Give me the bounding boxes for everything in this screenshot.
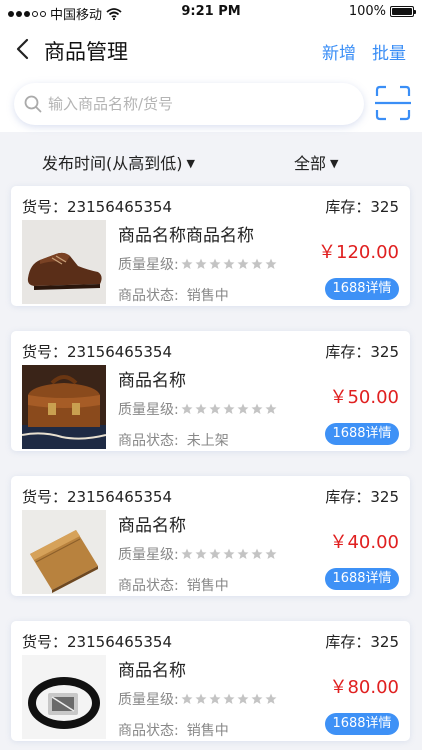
search-icon xyxy=(24,95,42,113)
product-name: 商品名称 xyxy=(118,516,186,536)
product-card[interactable]: 货号：23156465354 库存：325 商品名称 ￥40.00 质量星级: … xyxy=(11,476,410,596)
product-status: 商品状态: 销售中 xyxy=(118,723,229,739)
battery-icon xyxy=(390,6,416,17)
product-image-bag xyxy=(22,365,106,449)
star-icon xyxy=(265,693,277,704)
star-icon xyxy=(237,693,249,704)
product-price: ￥40.00 xyxy=(329,532,399,553)
product-status: 商品状态: 销售中 xyxy=(118,288,229,304)
sku-text: 货号：23156465354 xyxy=(22,488,172,506)
star-icon xyxy=(223,548,235,559)
battery-percent: 100% xyxy=(348,4,386,19)
star-rating-icons xyxy=(181,403,277,415)
star-icon xyxy=(223,403,235,414)
star-icon xyxy=(209,548,221,559)
star-icon xyxy=(237,548,249,559)
product-image-shoe xyxy=(22,220,106,304)
product-image-wallet xyxy=(22,510,106,594)
star-icon xyxy=(223,693,235,704)
product-card[interactable]: 货号：23156465354 库存：325 商品名称 ￥50.00 质量星级: … xyxy=(11,331,410,451)
star-icon xyxy=(237,403,249,414)
quality-rating: 质量星级: xyxy=(118,254,277,274)
caret-down-icon: ▼ xyxy=(330,157,339,170)
star-icon xyxy=(181,693,193,704)
nav-bar: 商品管理 新增 批量 xyxy=(0,24,422,76)
star-icon xyxy=(195,548,207,559)
scan-icon[interactable] xyxy=(374,84,412,122)
detail-button[interactable]: 1688详情 xyxy=(325,278,399,300)
filter-row: 发布时间(从高到低) ▼ 全部 ▼ xyxy=(0,140,422,180)
search-box[interactable] xyxy=(14,83,364,125)
product-name: 商品名称商品名称 xyxy=(118,226,254,246)
detail-button[interactable]: 1688详情 xyxy=(325,423,399,445)
status-bar: 中国移动 9:21 PM 100% xyxy=(0,0,422,24)
product-status: 商品状态: 未上架 xyxy=(118,433,229,449)
sku-text: 货号：23156465354 xyxy=(22,633,172,651)
category-dropdown[interactable]: 全部 ▼ xyxy=(294,150,338,174)
star-rating-icons xyxy=(181,693,277,705)
star-icon xyxy=(209,693,221,704)
stock-text: 库存：325 xyxy=(325,488,399,506)
back-arrow-icon[interactable] xyxy=(12,36,36,62)
detail-button[interactable]: 1688详情 xyxy=(325,713,399,735)
star-icon xyxy=(265,548,277,559)
batch-button[interactable]: 批量 xyxy=(372,39,406,64)
star-icon xyxy=(195,693,207,704)
status-right: 100% xyxy=(348,4,416,19)
product-price: ￥120.00 xyxy=(318,242,399,263)
product-price: ￥80.00 xyxy=(329,677,399,698)
star-icon xyxy=(209,258,221,269)
star-icon xyxy=(195,258,207,269)
star-icon xyxy=(251,403,263,414)
caret-down-icon: ▼ xyxy=(186,157,195,170)
product-card[interactable]: 货号：23156465354 库存：325 商品名称商品名称 ￥120.00 质… xyxy=(11,186,410,306)
star-rating-icons xyxy=(181,258,277,270)
product-image-belt xyxy=(22,655,106,739)
sort-label: 发布时间(从高到低) xyxy=(42,154,183,173)
stock-text: 库存：325 xyxy=(325,198,399,216)
product-status: 商品状态: 销售中 xyxy=(118,578,229,594)
product-name: 商品名称 xyxy=(118,371,186,391)
product-name: 商品名称 xyxy=(118,661,186,681)
star-icon xyxy=(251,258,263,269)
search-input[interactable] xyxy=(48,95,328,113)
star-icon xyxy=(209,403,221,414)
sort-dropdown[interactable]: 发布时间(从高到低) ▼ xyxy=(42,150,195,174)
star-icon xyxy=(265,258,277,269)
star-icon xyxy=(181,548,193,559)
star-rating-icons xyxy=(181,548,277,560)
page-title: 商品管理 xyxy=(44,40,128,64)
category-label: 全部 xyxy=(294,154,327,173)
product-card[interactable]: 货号：23156465354 库存：325 商品名称 ￥80.00 质量星级: … xyxy=(11,621,410,741)
star-icon xyxy=(251,548,263,559)
sku-text: 货号：23156465354 xyxy=(22,343,172,361)
star-icon xyxy=(237,258,249,269)
star-icon xyxy=(223,258,235,269)
detail-button[interactable]: 1688详情 xyxy=(325,568,399,590)
quality-rating: 质量星级: xyxy=(118,399,277,419)
star-icon xyxy=(195,403,207,414)
search-area xyxy=(0,76,422,132)
sku-text: 货号：23156465354 xyxy=(22,198,172,216)
quality-rating: 质量星级: xyxy=(118,689,277,709)
star-icon xyxy=(181,403,193,414)
star-icon xyxy=(251,693,263,704)
star-icon xyxy=(181,258,193,269)
stock-text: 库存：325 xyxy=(325,633,399,651)
product-price: ￥50.00 xyxy=(329,387,399,408)
star-icon xyxy=(265,403,277,414)
quality-rating: 质量星级: xyxy=(118,544,277,564)
stock-text: 库存：325 xyxy=(325,343,399,361)
add-button[interactable]: 新增 xyxy=(322,39,356,64)
